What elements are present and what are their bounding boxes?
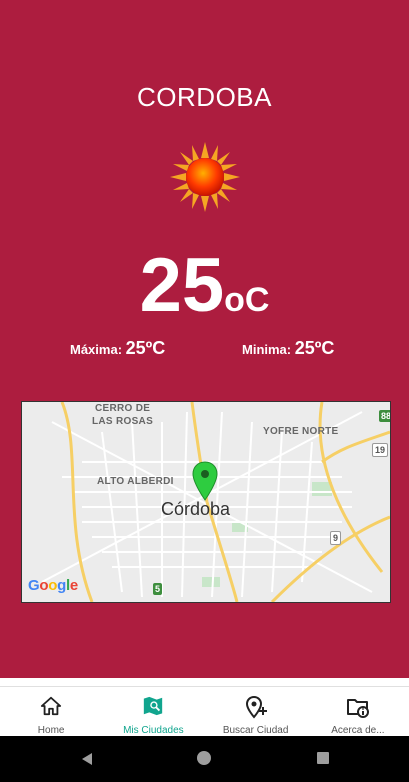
nav-home[interactable]: Home <box>0 687 102 737</box>
map-city-label: Córdoba <box>161 499 231 519</box>
nav-buscar-ciudad[interactable]: Buscar Ciudad <box>205 687 307 737</box>
route-shield: 19 <box>372 443 389 457</box>
back-icon[interactable] <box>80 752 94 766</box>
route-shield: 88 <box>379 410 390 422</box>
min-value: 25ºC <box>294 338 335 358</box>
nav-mis-ciudades[interactable]: Mis Ciudades <box>102 687 204 737</box>
nav-home-label: Home <box>37 725 65 736</box>
min-temperature: Minima: 25ºC <box>242 338 334 359</box>
nav-buscar-ciudad-label: Buscar Ciudad <box>222 725 289 736</box>
max-label: Máxima: <box>70 342 123 357</box>
location-pin-icon[interactable] <box>192 461 218 501</box>
folder-info-icon <box>346 699 369 718</box>
neighborhood-label: CERRO DE <box>95 403 151 414</box>
nav-acerca-de[interactable]: Acerca de... <box>307 687 409 737</box>
max-value: 25ºC <box>125 338 166 358</box>
neighborhood-label: ALTO ALBERDI <box>97 476 174 487</box>
google-logo: Google <box>28 577 78 594</box>
temperature-unit: oC <box>224 281 270 319</box>
current-temperature: 25oC <box>0 243 409 329</box>
divider <box>0 678 409 686</box>
neighborhood-label: YOFRE NORTE <box>263 426 339 437</box>
city-map[interactable]: CERRO DE LAS ROSAS YOFRE NORTE ALTO ALBE… <box>21 401 391 603</box>
system-navigation-bar <box>0 736 409 782</box>
min-label: Minima: <box>242 342 292 357</box>
add-location-icon <box>245 695 267 719</box>
nav-mis-ciudades-label: Mis Ciudades <box>123 725 184 736</box>
city-name: CORDOBA <box>137 82 272 112</box>
recents-icon[interactable] <box>317 752 329 764</box>
route-shield: 9 <box>330 531 342 545</box>
sun-icon <box>170 142 240 212</box>
temperature-value: 25 <box>139 243 225 328</box>
map-search-icon <box>144 696 163 716</box>
home-icon <box>41 696 62 716</box>
weather-panel: CORDOBA 25oC Máxima: 25ºC Minima: 25ºC C… <box>0 0 409 678</box>
route-shield: 5 <box>153 583 163 595</box>
screen: CORDOBA 25oC Máxima: 25ºC Minima: 25ºC C… <box>0 0 409 782</box>
bottom-navigation: Home Mis Ciudades Buscar Ciudad Acerca d… <box>0 686 409 737</box>
nav-acerca-de-label: Acerca de... <box>331 725 385 736</box>
home-button-icon[interactable] <box>197 751 211 765</box>
neighborhood-label: LAS ROSAS <box>92 416 154 427</box>
max-temperature: Máxima: 25ºC <box>70 338 165 359</box>
